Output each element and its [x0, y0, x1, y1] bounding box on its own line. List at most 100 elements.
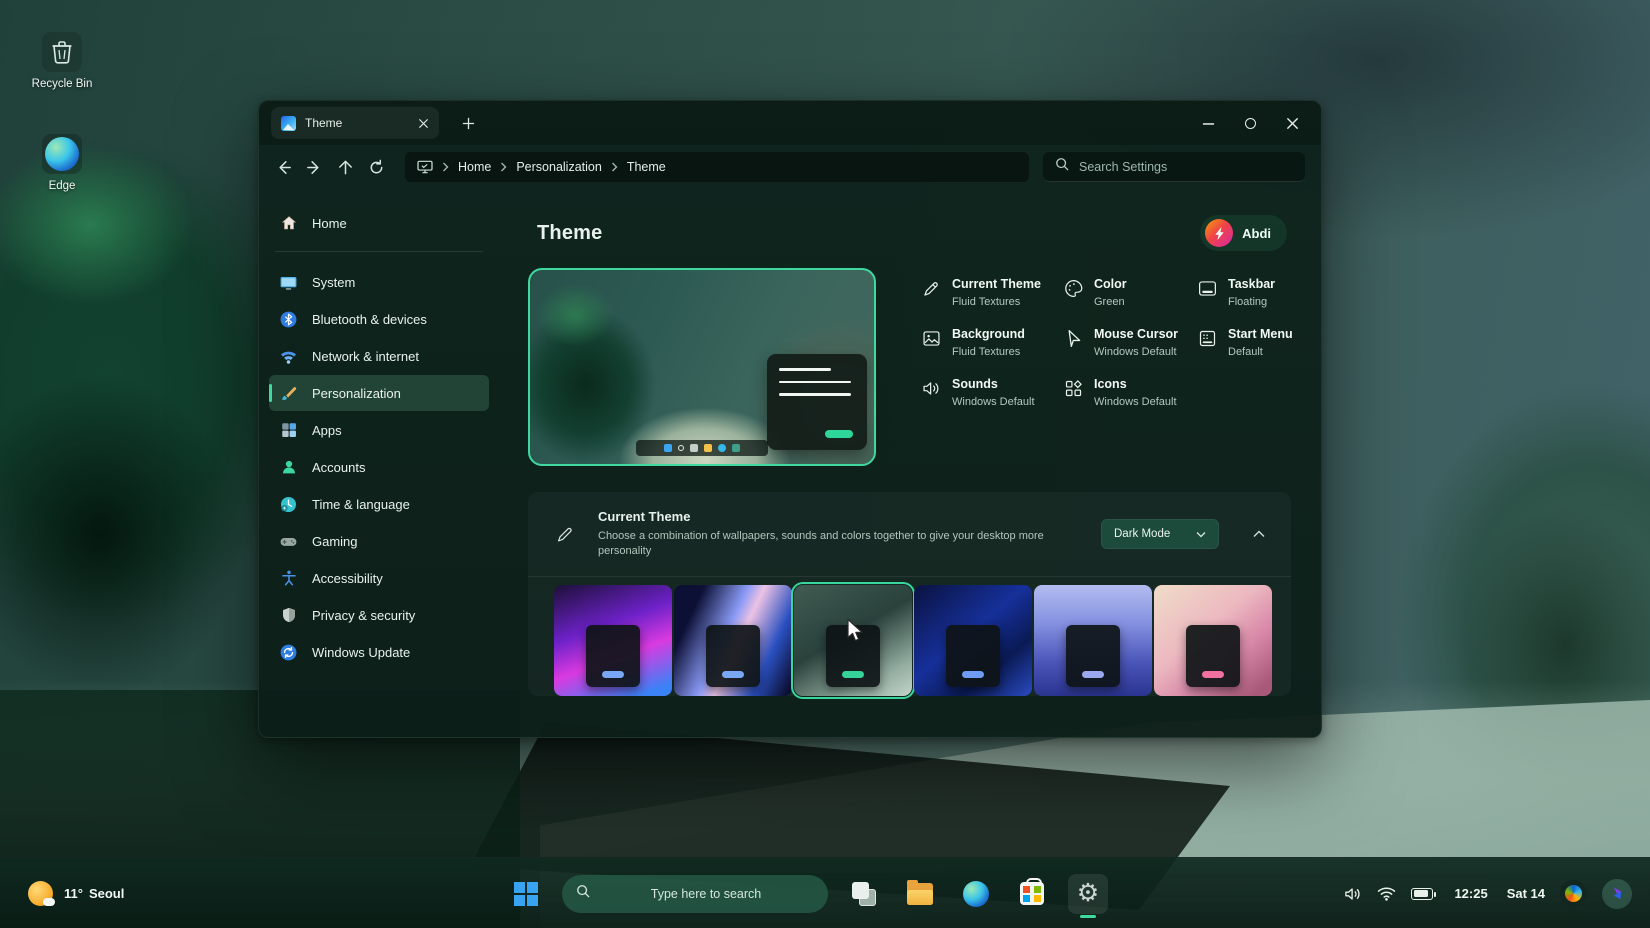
theme-thumbnail-periwinkle-blocks[interactable] [1034, 585, 1152, 696]
window-tab-bar: Theme [259, 101, 1321, 145]
chevron-down-icon [1196, 531, 1206, 538]
sidebar-item-system[interactable]: System [269, 264, 489, 300]
theme-preview-card[interactable] [528, 268, 876, 466]
property-current-theme: Current Theme Fluid Textures [921, 274, 1063, 324]
sidebar-item-gaming[interactable]: Gaming [269, 523, 489, 559]
battery-icon[interactable] [1411, 888, 1433, 900]
settings-search-input[interactable] [1079, 160, 1293, 174]
theme-thumbnail-dark-blue-abstract[interactable] [914, 585, 1032, 696]
network-icon [279, 347, 298, 366]
gear-icon: ⚙ [1077, 881, 1099, 906]
sidebar-item-accessibility[interactable]: Accessibility [269, 560, 489, 596]
property-sounds: Sounds Windows Default [921, 374, 1063, 424]
sidebar-item-label: Accounts [312, 460, 365, 475]
refresh-icon[interactable] [368, 159, 385, 176]
breadcrumb-theme[interactable]: Theme [627, 160, 666, 174]
home-icon [279, 214, 298, 233]
sidebar-item-personalization[interactable]: Personalization [269, 375, 489, 411]
sidebar-item-label: Gaming [312, 534, 358, 549]
sidebar-item-accounts[interactable]: Accounts [269, 449, 489, 485]
taskbar-search[interactable] [562, 875, 828, 913]
gaming-icon [279, 532, 298, 551]
assistant-icon[interactable] [1602, 879, 1632, 909]
sidebar-item-apps[interactable]: Apps [269, 412, 489, 448]
settings-button[interactable]: ⚙ [1068, 874, 1108, 914]
navigation-bar: Home Personalization Theme [259, 145, 1321, 189]
theme-thumbnail-pink-feather[interactable] [1154, 585, 1272, 696]
breadcrumb-personalization[interactable]: Personalization [516, 160, 601, 174]
edge-button[interactable] [956, 874, 996, 914]
back-icon[interactable] [275, 159, 292, 176]
weather-widget[interactable]: 11° Seoul [28, 858, 124, 928]
copilot-icon[interactable] [1560, 880, 1587, 907]
search-icon [1055, 157, 1069, 176]
pen-icon [554, 523, 576, 545]
page-title: Theme [537, 222, 602, 245]
accounts-icon [279, 458, 298, 477]
shield-icon [279, 606, 298, 625]
microsoft-store-icon [1020, 882, 1044, 905]
sidebar-item-label: Windows Update [312, 645, 410, 660]
property-color: Color Green [1063, 274, 1197, 324]
sidebar-item-windows-update[interactable]: Windows Update [269, 634, 489, 670]
wifi-icon[interactable] [1377, 886, 1396, 901]
new-tab-button[interactable] [455, 110, 481, 136]
edge-icon [42, 134, 82, 174]
theme-thumbnails [528, 577, 1291, 696]
volume-icon[interactable] [1344, 886, 1362, 902]
sidebar-item-bluetooth[interactable]: Bluetooth & devices [269, 301, 489, 337]
chevron-right-icon [442, 162, 449, 172]
start-button[interactable] [506, 874, 546, 914]
up-icon[interactable] [337, 159, 354, 176]
image-icon [921, 328, 942, 349]
microsoft-store-button[interactable] [1012, 874, 1052, 914]
property-background: Background Fluid Textures [921, 324, 1063, 374]
taskbar-search-input[interactable] [598, 887, 814, 901]
system-icon [279, 273, 298, 292]
personalization-icon [279, 384, 298, 403]
dark-mode-dropdown[interactable]: Dark Mode [1101, 519, 1219, 549]
tab-theme[interactable]: Theme [271, 107, 439, 139]
search-icon [576, 884, 590, 903]
sidebar-item-label: Privacy & security [312, 608, 415, 623]
tab-close-icon[interactable] [418, 118, 429, 129]
user-button[interactable]: Abdi [1200, 215, 1287, 251]
chevron-right-icon [500, 162, 507, 172]
sidebar-item-label: Apps [312, 423, 342, 438]
desktop: Recycle Bin Edge Theme [0, 0, 1650, 928]
icons-grid-icon [1063, 378, 1084, 399]
section-title: Current Theme [598, 509, 1078, 524]
settings-search[interactable] [1043, 152, 1305, 182]
tab-title: Theme [305, 116, 409, 130]
device-monitor-icon [417, 160, 433, 174]
collapse-chevron-up-icon[interactable] [1247, 522, 1271, 546]
close-button[interactable] [1286, 117, 1299, 130]
sidebar-item-home[interactable]: Home [269, 205, 489, 241]
sidebar-item-network[interactable]: Network & internet [269, 338, 489, 374]
forward-icon[interactable] [306, 159, 323, 176]
theme-tab-icon [281, 116, 296, 131]
breadcrumb-home[interactable]: Home [458, 160, 491, 174]
preview-mini-window [767, 354, 867, 450]
accessibility-icon [279, 569, 298, 588]
desktop-icon-edge[interactable]: Edge [20, 134, 104, 192]
minimize-button[interactable] [1202, 117, 1215, 130]
maximize-button[interactable] [1245, 118, 1256, 129]
theme-thumbnail-wave-mesh[interactable] [674, 585, 792, 696]
date[interactable]: Sat 14 [1507, 886, 1545, 901]
taskbar: 11° Seoul [0, 857, 1650, 928]
file-explorer-button[interactable] [900, 874, 940, 914]
task-view-button[interactable] [844, 874, 884, 914]
sidebar-item-privacy[interactable]: Privacy & security [269, 597, 489, 633]
weather-location: Seoul [89, 886, 124, 901]
desktop-icon-label: Recycle Bin [20, 78, 104, 90]
sidebar-item-time-language[interactable]: Time & language [269, 486, 489, 522]
desktop-icon-recycle-bin[interactable]: Recycle Bin [20, 32, 104, 90]
breadcrumb: Home Personalization Theme [405, 152, 1029, 182]
sidebar: Home System Bluetooth & devices Network … [259, 189, 499, 739]
theme-thumbnail-purple-abstract[interactable] [554, 585, 672, 696]
clock[interactable]: 12:25 [1454, 886, 1487, 901]
desktop-icon-label: Edge [20, 180, 104, 192]
sidebar-item-label: Bluetooth & devices [312, 312, 427, 327]
speaker-icon [921, 378, 942, 399]
